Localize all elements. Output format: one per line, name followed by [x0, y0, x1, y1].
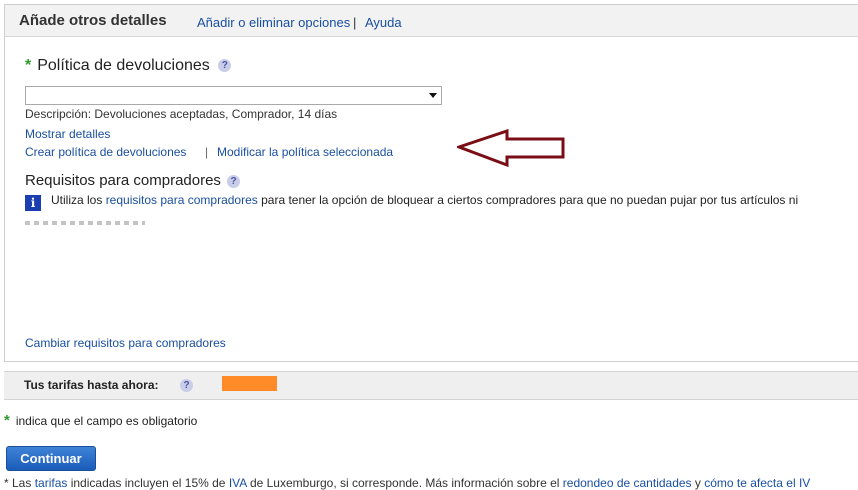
- change-buyer-requirements-link[interactable]: Cambiar requisitos para compradores: [25, 336, 226, 350]
- show-details-link[interactable]: Mostrar detalles: [25, 127, 110, 141]
- help-icon[interactable]: ?: [180, 379, 193, 392]
- info-suffix: para tener la opción de bloquear a ciert…: [257, 193, 799, 207]
- return-policy-label: * Política de devoluciones ?: [25, 57, 232, 75]
- buyer-requirements-title-text: Requisitos para compradores: [25, 172, 221, 189]
- footer-text: y: [691, 476, 705, 490]
- link-separator: |: [205, 145, 209, 159]
- fees-link[interactable]: tarifas: [35, 476, 68, 490]
- info-icon: i: [25, 195, 41, 211]
- required-star-icon: *: [4, 412, 10, 429]
- buyer-requirements-info: Utiliza los requisitos para compradores …: [51, 193, 798, 207]
- footer-text: indicadas incluyen el 15% de: [67, 476, 229, 490]
- chevron-down-icon: [429, 93, 437, 98]
- help-icon[interactable]: ?: [218, 59, 232, 73]
- return-policy-select[interactable]: [25, 86, 442, 105]
- footer-note: * Las tarifas indicadas incluyen el 15% …: [4, 476, 810, 490]
- help-icon[interactable]: ?: [227, 174, 241, 188]
- fees-bar: Tus tarifas hasta ahora: ?: [4, 371, 858, 400]
- rounding-link[interactable]: redondeo de cantidades: [563, 476, 692, 490]
- add-details-panel: Añade otros detalles Añadir o eliminar o…: [4, 4, 858, 362]
- panel-header: Añade otros detalles Añadir o eliminar o…: [5, 5, 858, 37]
- create-return-policy-link[interactable]: Crear política de devoluciones: [25, 145, 186, 159]
- vat-link[interactable]: IVA: [229, 476, 247, 490]
- return-policy-label-text: Política de devoluciones: [37, 57, 210, 74]
- buyer-requirements-title: Requisitos para compradores ?: [25, 172, 241, 189]
- return-policy-description: Descripción: Devoluciones aceptadas, Com…: [25, 107, 338, 121]
- annotation-arrow-icon: [457, 129, 565, 168]
- required-legend-text: indica que el campo es obligatorio: [15, 414, 198, 428]
- fees-amount-redacted: [222, 376, 277, 391]
- header-separator: |: [353, 15, 357, 30]
- fees-label: Tus tarifas hasta ahora:: [24, 378, 159, 392]
- required-legend: * indica que el campo es obligatorio: [4, 412, 197, 429]
- vat-effect-link[interactable]: cómo te afecta el IV: [704, 476, 810, 490]
- help-link[interactable]: Ayuda: [365, 15, 402, 30]
- info-prefix: Utiliza los: [51, 193, 106, 207]
- panel-title: Añade otros detalles: [19, 12, 167, 29]
- continue-button[interactable]: Continuar: [6, 446, 96, 471]
- footer-text: de Luxemburgo, si corresponde. Más infor…: [246, 476, 563, 490]
- buyer-requirements-link[interactable]: requisitos para compradores: [106, 193, 258, 207]
- footer-text: * Las: [4, 476, 35, 490]
- modify-policy-link[interactable]: Modificar la política seleccionada: [217, 145, 393, 159]
- add-remove-options-link[interactable]: Añadir o eliminar opciones: [197, 15, 350, 30]
- truncated-content: [25, 221, 145, 225]
- required-star-icon: *: [25, 57, 32, 74]
